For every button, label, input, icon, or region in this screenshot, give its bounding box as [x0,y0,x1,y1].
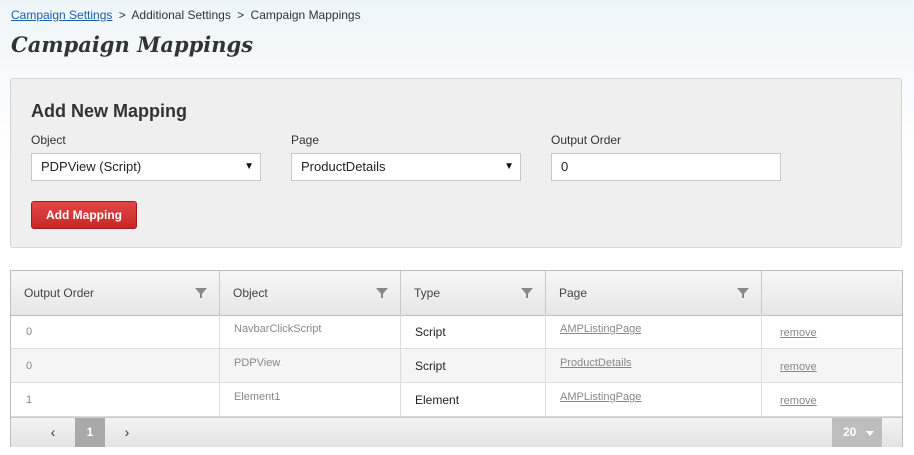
cell-page: AMPListingPage [546,383,762,416]
page-size-value: 20 [843,425,857,439]
column-header-type[interactable]: Type [401,271,546,315]
column-header-label: Object [233,286,268,300]
page-select[interactable]: ProductDetails ▼ [291,153,521,181]
page-select-value: ProductDetails [301,159,386,174]
output-order-label: Output Order [551,133,622,147]
current-page[interactable]: 1 [75,418,105,447]
table-row: 0 NavbarClickScript Script AMPListingPag… [11,315,902,349]
object-label: Object [31,133,66,147]
output-order-value: 0 [561,159,569,174]
table-row: 0 PDPView Script ProductDetails remove [11,349,902,383]
page-link[interactable]: AMPListingPage [560,323,641,335]
column-header-label: Output Order [24,286,95,300]
page-label: Page [291,133,320,147]
object-select-value: PDPView (Script) [41,159,142,174]
grid-header: Output Order Object Type Page [11,271,902,316]
cell-output-order: 1 [11,383,220,416]
breadcrumb-separator: > [237,8,245,22]
page-title: Campaign Mappings [11,32,254,57]
cell-output-order: 0 [11,349,220,382]
cell-object: Element1 [220,383,401,416]
column-header-label: Type [414,286,441,300]
next-page-button[interactable]: › [115,418,139,447]
cell-type: Script [401,315,546,348]
dropdown-arrow-icon: ▼ [504,161,514,172]
column-header-output-order[interactable]: Output Order [11,271,220,315]
caret-down-icon [866,431,874,436]
output-order-input[interactable]: 0 [551,153,781,181]
filter-icon[interactable] [195,288,207,298]
mappings-grid: Output Order Object Type Page 0 NavbarCl… [10,270,903,447]
chevron-left-icon: ‹ [50,424,56,440]
dropdown-arrow-icon: ▼ [244,161,254,172]
cell-output-order: 0 [11,315,220,348]
prev-page-button[interactable]: ‹ [41,418,65,447]
column-header-label: Page [559,286,588,300]
column-header-object[interactable]: Object [220,271,401,315]
cell-action: remove [762,383,902,416]
cell-type: Script [401,349,546,382]
pager: ‹ 1 › 20 [11,417,902,447]
breadcrumb-additional-settings: Additional Settings [131,8,231,22]
remove-link[interactable]: remove [780,361,817,373]
cell-action: remove [762,315,902,348]
object-select[interactable]: PDPView (Script) ▼ [31,153,261,181]
breadcrumb-link-campaign-settings[interactable]: Campaign Settings [11,8,112,22]
table-row: 1 Element1 Element AMPListingPage remove [11,383,902,417]
page-link[interactable]: AMPListingPage [560,391,641,403]
filter-icon[interactable] [521,288,533,298]
chevron-right-icon: › [124,424,130,440]
filter-icon[interactable] [737,288,749,298]
filter-icon[interactable] [376,288,388,298]
remove-link[interactable]: remove [780,395,817,407]
cell-action: remove [762,349,902,382]
add-mapping-button[interactable]: Add Mapping [31,201,137,229]
cell-object: NavbarClickScript [220,315,401,348]
breadcrumb-separator: > [118,8,126,22]
page-size-select[interactable]: 20 [832,418,882,447]
cell-page: AMPListingPage [546,315,762,348]
breadcrumb: Campaign Settings > Additional Settings … [11,8,361,22]
add-mapping-panel: Add New Mapping Object PDPView (Script) … [10,78,902,248]
cell-type: Element [401,383,546,416]
page-link[interactable]: ProductDetails [560,357,632,369]
column-header-actions [762,271,902,315]
column-header-page[interactable]: Page [546,271,762,315]
breadcrumb-current: Campaign Mappings [250,8,361,22]
cell-page: ProductDetails [546,349,762,382]
remove-link[interactable]: remove [780,327,817,339]
cell-object: PDPView [220,349,401,382]
add-mapping-heading: Add New Mapping [31,101,187,121]
